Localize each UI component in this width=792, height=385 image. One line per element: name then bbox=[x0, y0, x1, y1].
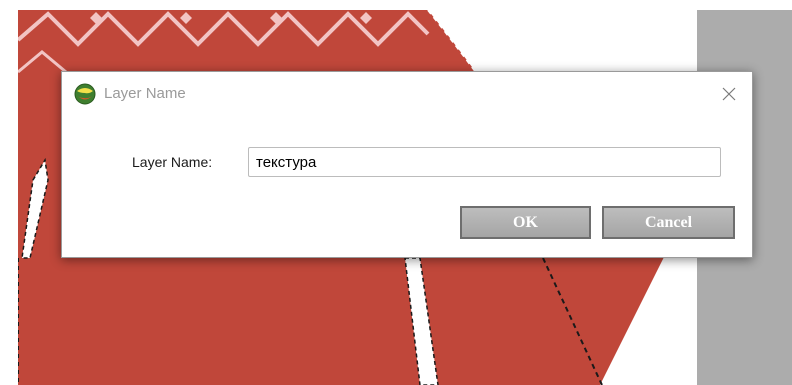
ok-button[interactable]: OK bbox=[460, 206, 591, 239]
canvas-left-margin bbox=[0, 0, 18, 385]
layer-name-dialog: Layer Name Layer Name: OK Cancel bbox=[61, 71, 753, 258]
app-logo-icon bbox=[74, 83, 96, 105]
layer-name-label: Layer Name: bbox=[132, 154, 213, 170]
canvas-top-margin bbox=[0, 0, 792, 10]
dialog-title: Layer Name bbox=[104, 85, 186, 102]
close-icon bbox=[722, 87, 736, 101]
dialog-title-bar[interactable]: Layer Name bbox=[62, 72, 752, 116]
layer-name-input[interactable] bbox=[248, 147, 721, 177]
close-button[interactable] bbox=[714, 80, 744, 108]
cancel-button[interactable]: Cancel bbox=[602, 206, 735, 239]
